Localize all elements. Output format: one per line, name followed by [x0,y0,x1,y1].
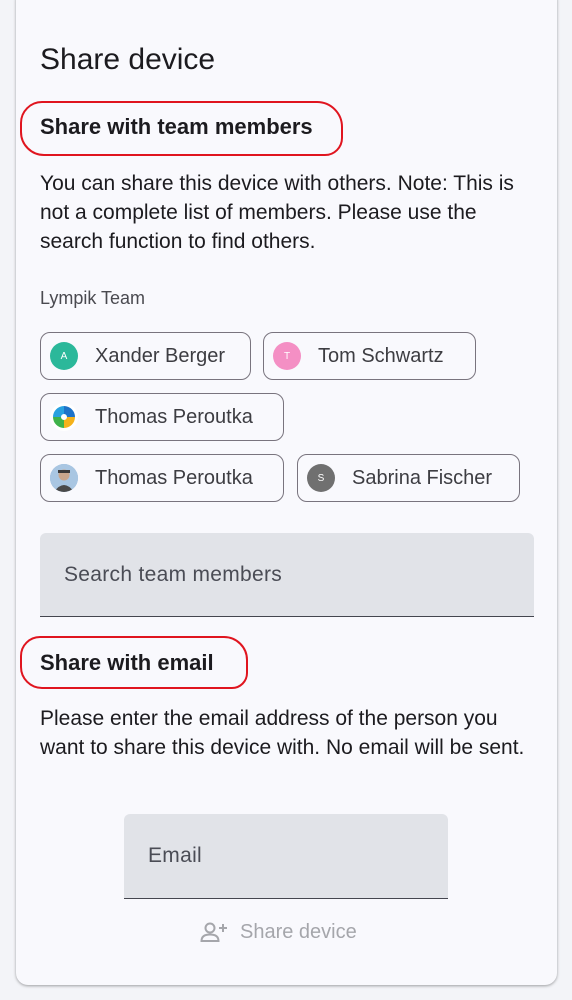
member-name: Tom Schwartz [318,344,444,367]
photo-avatar-icon [50,464,78,492]
letter-avatar-icon: S [307,464,335,492]
member-name: Thomas Peroutka [95,405,253,428]
team-section-heading: Share with team members [40,114,313,139]
letter-avatar-icon: A [50,342,78,370]
member-chip[interactable]: Thomas Peroutka [40,393,284,441]
email-input[interactable] [124,814,448,898]
person-photo-icon [50,464,78,492]
member-name: Sabrina Fischer [352,466,493,489]
add-person-icon [200,922,227,942]
company-logo-avatar-icon [50,403,78,431]
share-device-button[interactable]: Share device [200,912,357,952]
member-chip[interactable]: S Sabrina Fischer [297,454,520,502]
team-section-description: You can share this device with others. N… [40,172,514,253]
search-team-field [40,533,534,617]
member-chip[interactable]: Thomas Peroutka [40,454,284,502]
email-section-description: Please enter the email address of the pe… [40,707,525,759]
logo-swirl-icon [53,406,75,428]
member-name: Thomas Peroutka [95,466,253,489]
email-field [124,814,448,899]
letter-avatar-icon: T [273,342,301,370]
share-device-button-label: Share device [240,920,357,943]
member-chip[interactable]: A Xander Berger [40,332,251,380]
member-chip[interactable]: T Tom Schwartz [263,332,476,380]
member-name: Xander Berger [95,344,226,367]
team-name-label: Lympik Team [40,288,146,308]
dialog-title: Share device [40,43,216,76]
search-team-input[interactable] [40,533,534,616]
email-section-heading: Share with email [40,650,214,675]
